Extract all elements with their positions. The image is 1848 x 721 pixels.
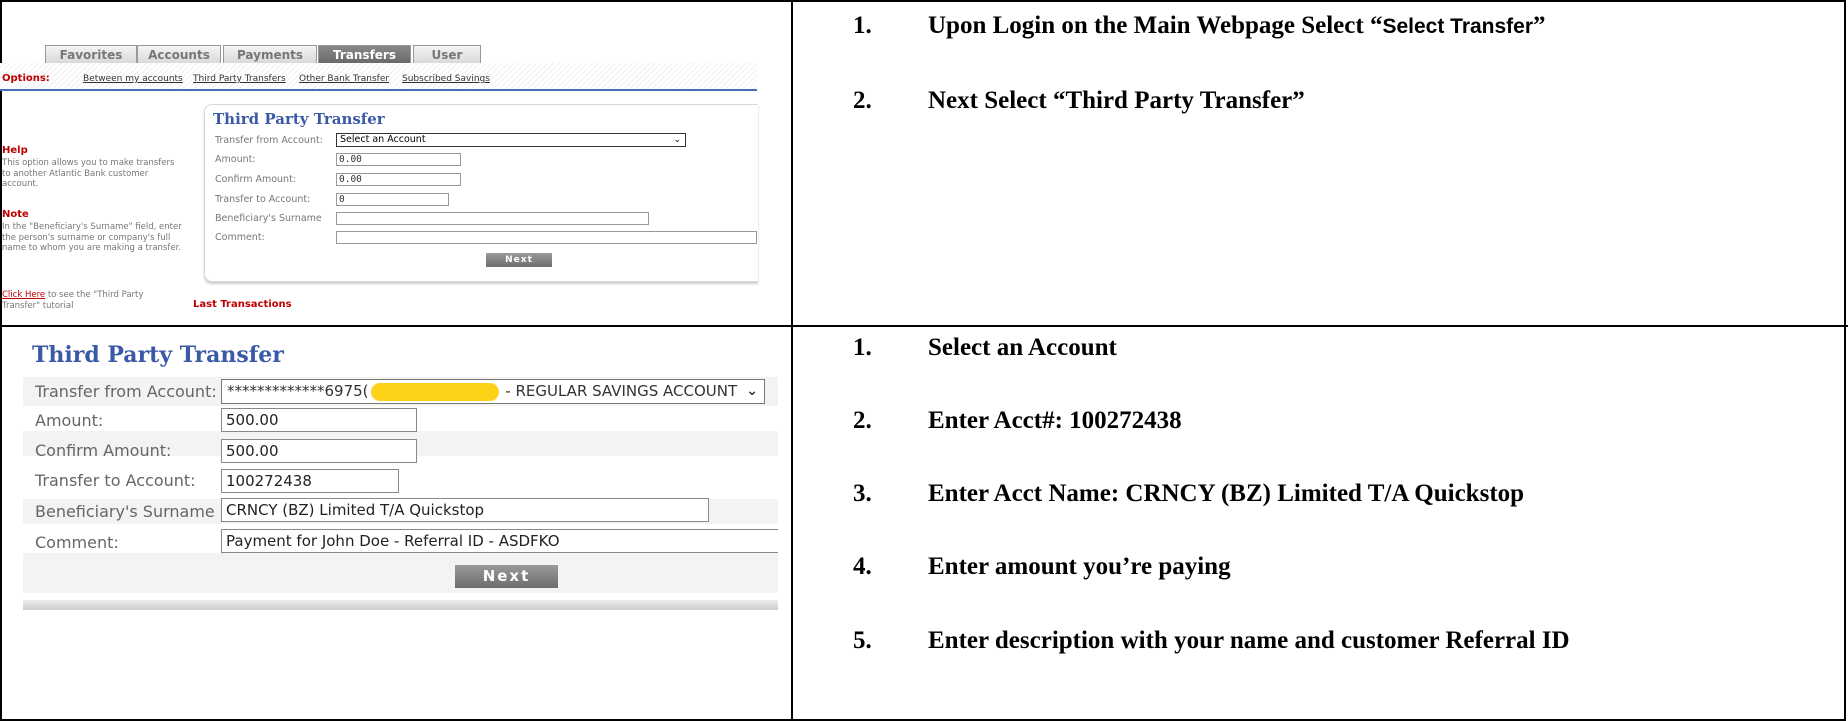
step-text: Enter description with your name and cus…	[928, 627, 1570, 654]
chevron-down-icon: ⌄	[746, 383, 758, 399]
small-form-title: Third Party Transfer	[213, 110, 385, 128]
tab-favorites[interactable]: Favorites	[45, 45, 137, 63]
small-form-panel	[204, 104, 758, 282]
label-comment: Comment:	[215, 232, 265, 243]
large-account-select[interactable]: *************6975( - REGULAR SAVINGS ACC…	[221, 379, 765, 404]
step-text: Upon Login on the Main Webpage Select “S…	[928, 12, 1546, 40]
step-number: 1.	[853, 12, 872, 39]
tab-transfers[interactable]: Transfers	[318, 45, 411, 63]
small-next-button[interactable]: Next	[486, 253, 552, 267]
step-text-part: Upon Login on the Main Webpage Select “	[928, 12, 1383, 39]
next-button[interactable]: Next	[455, 565, 558, 588]
large-form-title: Third Party Transfer	[32, 342, 284, 368]
label-amount: Amount:	[215, 154, 256, 165]
label-beneficiary-surname: Beneficiary's Surname	[215, 213, 322, 224]
row-band	[23, 553, 778, 593]
step-text: Enter Acct Name: CRNCY (BZ) Limited T/A …	[928, 480, 1525, 507]
step-number: 2.	[853, 87, 872, 114]
step-text: Select an Account	[928, 334, 1117, 361]
step-text: Enter Acct#: 100272438	[928, 407, 1182, 434]
label-confirm-amount: Confirm Amount:	[215, 174, 296, 185]
tab-accounts[interactable]: Accounts	[137, 45, 221, 63]
label-beneficiary-surname: Beneficiary's Surname	[35, 502, 215, 521]
step-text-emphasis: Select Transfer	[1382, 15, 1534, 38]
label-transfer-to: Transfer to Account:	[35, 471, 196, 490]
column-divider	[791, 0, 793, 721]
small-confirm-amount-input[interactable]: 0.00	[336, 173, 461, 186]
small-select-value: Select an Account	[340, 134, 426, 145]
small-amount-input[interactable]: 0.00	[336, 153, 461, 166]
option-between-my-accounts[interactable]: Between my accounts	[83, 74, 183, 84]
chevron-down-icon: ⌄	[673, 135, 681, 145]
beneficiary-surname-input[interactable]: CRNCY (BZ) Limited T/A Quickstop	[221, 498, 709, 522]
click-here-link[interactable]: Click Here	[2, 290, 45, 300]
option-other-bank-transfer[interactable]: Other Bank Transfer	[299, 74, 389, 84]
tutorial-note: Click Here to see the "Third Party Trans…	[2, 290, 184, 311]
step-number: 5.	[853, 627, 872, 654]
amount-input[interactable]: 500.00	[221, 408, 417, 432]
help-title: Help	[2, 145, 28, 156]
note-text: In the "Beneficiary's Surname" field, en…	[2, 222, 182, 253]
small-comment-input[interactable]	[336, 231, 757, 244]
option-subscribed-savings[interactable]: Subscribed Savings	[402, 74, 490, 84]
row-divider	[0, 325, 1848, 327]
label-comment: Comment:	[35, 533, 119, 552]
label-transfer-from: Transfer from Account:	[35, 382, 217, 401]
select-account-type: - REGULAR SAVINGS ACCOUNT	[500, 382, 738, 400]
comment-input[interactable]: Payment for John Doe - Referral ID - ASD…	[221, 529, 778, 553]
label-amount: Amount:	[35, 411, 104, 430]
redaction-mark	[370, 382, 499, 401]
step-text: Enter amount you’re paying	[928, 553, 1231, 580]
label-transfer-to: Transfer to Account:	[215, 194, 311, 205]
confirm-amount-input[interactable]: 500.00	[221, 439, 417, 463]
option-third-party-transfers[interactable]: Third Party Transfers	[193, 74, 286, 84]
last-transactions-heading: Last Transactions	[193, 299, 292, 310]
options-label: Options:	[2, 73, 50, 84]
small-transfer-to-input[interactable]: 0	[336, 193, 449, 206]
note-title: Note	[2, 209, 29, 220]
step-number: 1.	[853, 334, 872, 361]
step-text: Next Select “Third Party Transfer”	[928, 87, 1305, 114]
step-number: 4.	[853, 553, 872, 580]
small-surname-input[interactable]	[336, 212, 649, 225]
panel-footer	[23, 600, 778, 610]
label-confirm-amount: Confirm Amount:	[35, 441, 172, 460]
step-number: 3.	[853, 480, 872, 507]
help-text: This option allows you to make transfers…	[2, 158, 175, 189]
select-account-number: *************6975(	[227, 382, 369, 400]
step-text-part: ”	[1533, 12, 1546, 39]
tab-payments[interactable]: Payments	[223, 45, 317, 63]
step-number: 2.	[853, 407, 872, 434]
tab-user[interactable]: User	[413, 45, 481, 63]
small-account-select[interactable]: Select an Account ⌄	[336, 133, 686, 147]
transfer-to-input[interactable]: 100272438	[221, 469, 399, 493]
label-transfer-from: Transfer from Account:	[215, 135, 323, 146]
